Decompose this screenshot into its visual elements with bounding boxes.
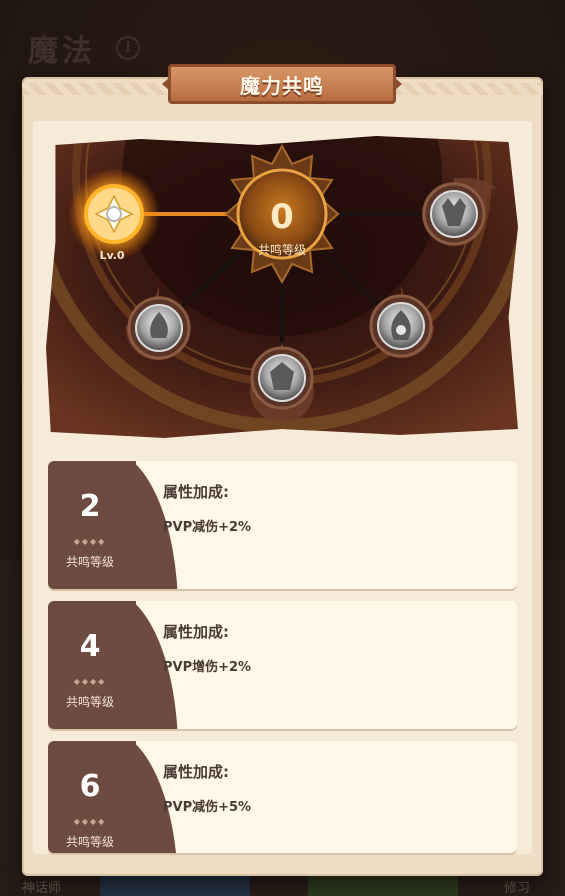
bonus-dots: ◆◆◆◆ <box>73 537 107 546</box>
light-node-level: Lv.0 <box>99 249 124 262</box>
bonus-level-label: 共鸣等级 <box>65 555 114 569</box>
bonus-level-number: 2 <box>79 489 101 524</box>
bonus-dots: ◆◆◆◆ <box>73 817 107 826</box>
resonance-level-label: 共鸣等级 <box>258 242 306 257</box>
panel-title: 魔力共鸣 <box>240 74 324 98</box>
bonus-level-number: 4 <box>79 629 101 664</box>
bonus-dots: ◆◆◆◆ <box>73 677 107 686</box>
resonance-level-value: 0 <box>270 197 294 237</box>
bonus-heading: 属性加成: <box>163 483 229 501</box>
bonus-card-level-2: 2 ◆◆◆◆ 共鸣等级 属性加成: PVP减伤+2% <box>48 461 517 589</box>
bonus-heading: 属性加成: <box>163 623 229 641</box>
bonus-effect: PVP增伤+2% <box>163 660 252 675</box>
bonus-level-label: 共鸣等级 <box>65 835 114 849</box>
bonus-effect: PVP减伤+5% <box>163 800 252 815</box>
bonus-level-label: 共鸣等级 <box>65 695 114 709</box>
bonus-level-number: 6 <box>79 769 101 804</box>
bonus-card-level-6: 6 ◆◆◆◆ 共鸣等级 属性加成: PVP减伤+5% <box>48 741 517 853</box>
bonus-card-level-4: 4 ◆◆◆◆ 共鸣等级 属性加成: PVP增伤+2% <box>48 601 517 729</box>
resonance-diagram: 0 共鸣等级 Lv.0 <box>46 136 518 438</box>
bonus-effect: PVP减伤+2% <box>163 520 252 535</box>
panel-title-banner: 魔力共鸣 <box>162 60 402 106</box>
bonus-heading: 属性加成: <box>163 763 229 781</box>
